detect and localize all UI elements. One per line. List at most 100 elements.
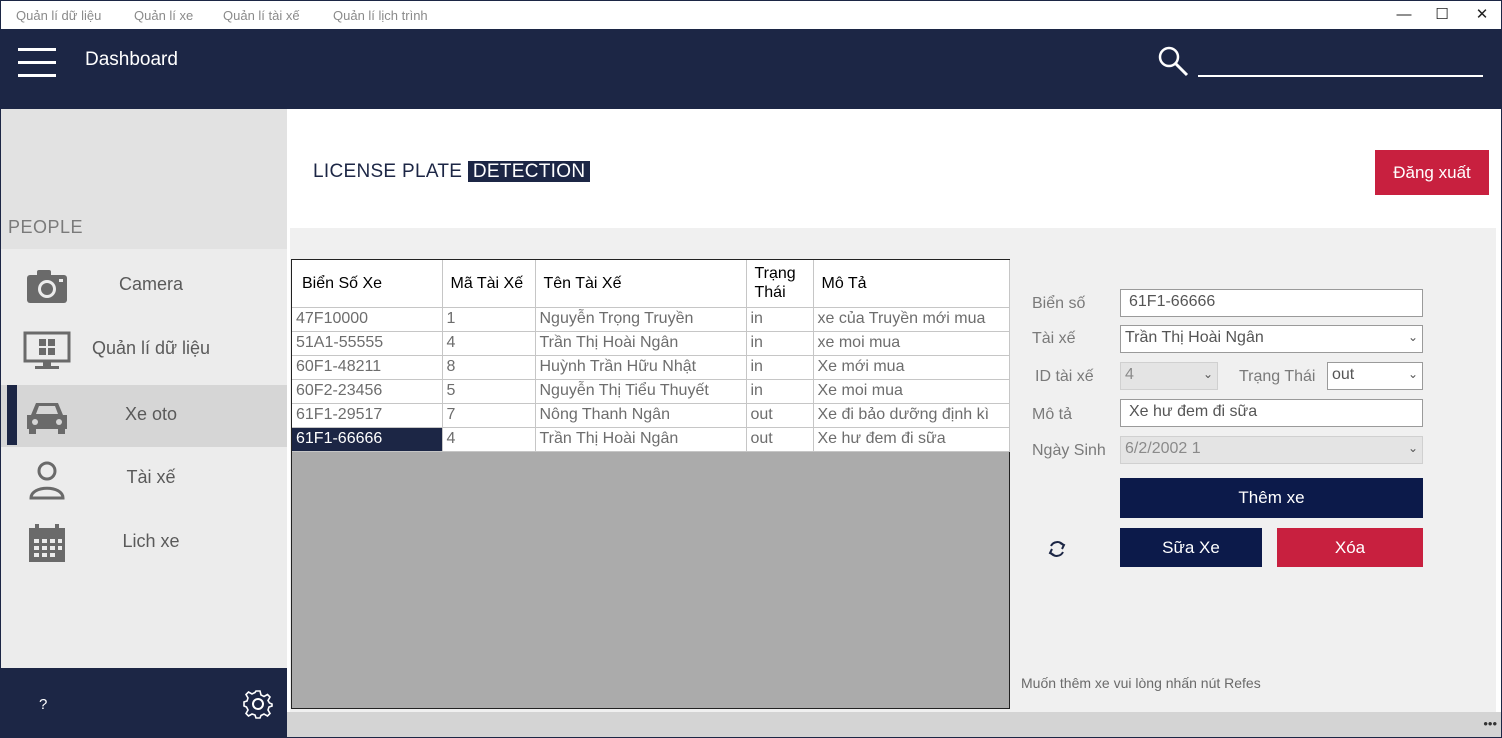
- driver-select-value: Trần Thị Hoài Ngân: [1125, 329, 1264, 346]
- column-header-trang-thai[interactable]: Trạng Thái: [746, 260, 814, 308]
- cell-bien-so[interactable]: 61F1-66666: [292, 427, 443, 452]
- cell-mo-ta[interactable]: xe moi mua: [813, 331, 1010, 356]
- description-label: Mô tả: [1032, 406, 1073, 423]
- cell-bien-so[interactable]: 60F1-48211: [292, 355, 443, 380]
- hamburger-menu-icon[interactable]: [18, 48, 56, 78]
- app-window: Quản lí dữ liệu Quản lí xe Quản lí tài x…: [0, 0, 1502, 738]
- status-select-value: out: [1332, 366, 1355, 383]
- user-icon: [29, 461, 65, 500]
- menu-quan-li-du-lieu[interactable]: Quản lí dữ liệu: [16, 8, 101, 23]
- column-header-bien-so[interactable]: Biển Số Xe: [292, 260, 443, 308]
- table-row[interactable]: 61F1-66666 4 Trần Thị Hoài Ngân out Xe hư đe…: [292, 427, 1010, 452]
- table-row[interactable]: 60F2-23456 5 Nguyễn Thị Tiểu Thuyết in Xe mo…: [292, 379, 1010, 404]
- sidebar-item-lich-xe[interactable]: Lich xe: [1, 512, 287, 574]
- cell-ma-tai-xe[interactable]: 8: [442, 355, 536, 380]
- driver-id-value: 4: [1125, 366, 1134, 383]
- edit-car-button[interactable]: Sữa Xe: [1120, 528, 1262, 567]
- cell-ten-tai-xe[interactable]: Nông Thanh Ngân: [535, 403, 747, 428]
- dob-value: 6/2/2002 1: [1125, 440, 1201, 457]
- sidebar-item-camera[interactable]: Camera: [1, 255, 287, 317]
- cell-ten-tai-xe[interactable]: Nguyễn Trọng Truyền: [535, 307, 747, 332]
- refresh-icon[interactable]: [1045, 537, 1069, 561]
- close-button[interactable]: ✕: [1462, 3, 1501, 27]
- brand-title-part1: LICENSE PLATE: [313, 161, 463, 182]
- delete-button[interactable]: Xóa: [1277, 528, 1423, 567]
- menu-quan-li-lich-trinh[interactable]: Quản lí lịch trình: [333, 8, 428, 23]
- search-icon[interactable]: [1157, 45, 1189, 77]
- dob-label: Ngày Sinh: [1032, 442, 1106, 459]
- cell-bien-so[interactable]: 51A1-55555: [292, 331, 443, 356]
- driver-label: Tài xế: [1032, 330, 1076, 347]
- cell-trang-thai[interactable]: in: [746, 355, 814, 380]
- cell-mo-ta[interactable]: Xe đi bảo dưỡng định kì: [813, 403, 1010, 428]
- brand-title: LICENSE PLATE DETECTION: [313, 161, 591, 183]
- menu-bar: Quản lí dữ liệu Quản lí xe Quản lí tài x…: [1, 1, 1501, 29]
- cell-ten-tai-xe[interactable]: Trần Thị Hoài Ngân: [535, 331, 747, 356]
- status-select[interactable]: out ⌄: [1327, 362, 1423, 390]
- cell-bien-so[interactable]: 47F10000: [292, 307, 443, 332]
- cell-ten-tai-xe[interactable]: Trần Thị Hoài Ngân: [535, 427, 747, 452]
- sidebar-header: PEOPLE: [1, 109, 287, 249]
- section-label-people: PEOPLE: [8, 217, 84, 237]
- status-label: Trạng Thái: [1239, 368, 1316, 385]
- sidebar-item-tai-xe[interactable]: Tài xế: [1, 448, 287, 510]
- status-strip: [287, 712, 1501, 737]
- monitor-icon: [23, 331, 71, 369]
- menu-quan-li-tai-xe[interactable]: Quản lí tài xế: [223, 8, 300, 23]
- description-input[interactable]: Xe hư đem đi sữa: [1120, 399, 1423, 427]
- plate-label: Biển số: [1032, 295, 1086, 312]
- cell-mo-ta[interactable]: Xe moi mua: [813, 379, 1010, 404]
- cell-ma-tai-xe[interactable]: 5: [442, 379, 536, 404]
- camera-icon: [27, 270, 67, 303]
- maximize-button[interactable]: ☐: [1422, 3, 1462, 27]
- sidebar-item-xe-oto[interactable]: Xe oto: [1, 385, 287, 447]
- sidebar-item-quan-li-du-lieu[interactable]: Quản lí dữ liệu: [1, 319, 287, 381]
- search-input[interactable]: [1198, 75, 1483, 77]
- chevron-down-icon: ⌄: [1202, 367, 1213, 381]
- cell-bien-so[interactable]: 60F2-23456: [292, 379, 443, 404]
- cell-mo-ta[interactable]: Xe hư đem đi sữa: [813, 427, 1010, 452]
- cell-ma-tai-xe[interactable]: 1: [442, 307, 536, 332]
- minimize-button[interactable]: —: [1384, 3, 1424, 27]
- column-header-ten-tai-xe[interactable]: Tên Tài Xế: [535, 260, 747, 308]
- resize-grip-icon[interactable]: •••: [1483, 716, 1497, 731]
- sidebar-item-label: Xe oto: [124, 404, 178, 424]
- car-icon: [27, 403, 67, 434]
- sidebar-item-label: Camera: [118, 274, 184, 294]
- sidebar-footer: ?: [1, 668, 287, 737]
- cell-trang-thai[interactable]: out: [746, 427, 814, 452]
- cell-trang-thai[interactable]: in: [746, 331, 814, 356]
- vehicle-data-grid[interactable]: Biển Số Xe Mã Tài Xế Tên Tài Xế Trạng Th…: [291, 259, 1010, 709]
- table-row[interactable]: 61F1-29517 7 Nông Thanh Ngân out Xe đi bảo d…: [292, 403, 1010, 428]
- table-row[interactable]: 47F10000 1 Nguyễn Trọng Truyền in xe của Tru…: [292, 307, 1010, 332]
- page-title: Dashboard: [85, 49, 178, 70]
- cell-ma-tai-xe[interactable]: 4: [442, 331, 536, 356]
- cell-trang-thai[interactable]: in: [746, 307, 814, 332]
- cell-trang-thai[interactable]: in: [746, 379, 814, 404]
- header-bar: Dashboard: [1, 29, 1501, 109]
- sidebar-item-label: Lich xe: [122, 531, 180, 551]
- chevron-down-icon: ⌄: [1407, 330, 1418, 344]
- cell-ma-tai-xe[interactable]: 4: [442, 427, 536, 452]
- logout-button[interactable]: Đăng xuất: [1375, 150, 1489, 195]
- main-content: LICENSE PLATE DETECTION Đăng xuất Biển S…: [287, 109, 1501, 737]
- driver-id-select: 4 ⌄: [1120, 362, 1218, 390]
- cell-ma-tai-xe[interactable]: 7: [442, 403, 536, 428]
- table-row[interactable]: 60F1-48211 8 Huỳnh Trần Hữu Nhật in Xe mới m…: [292, 355, 1010, 380]
- chevron-down-icon: ⌄: [1407, 367, 1418, 381]
- column-header-mo-ta[interactable]: Mô Tả: [813, 260, 1010, 308]
- add-car-button[interactable]: Thêm xe: [1120, 478, 1423, 518]
- plate-input[interactable]: 61F1-66666: [1120, 289, 1423, 317]
- cell-trang-thai[interactable]: out: [746, 403, 814, 428]
- cell-ten-tai-xe[interactable]: Nguyễn Thị Tiểu Thuyết: [535, 379, 747, 404]
- menu-quan-li-xe[interactable]: Quản lí xe: [134, 8, 193, 23]
- column-header-ma-tai-xe[interactable]: Mã Tài Xế: [442, 260, 536, 308]
- cell-mo-ta[interactable]: xe của Truyền mới mua: [813, 307, 1010, 332]
- cell-ten-tai-xe[interactable]: Huỳnh Trần Hữu Nhật: [535, 355, 747, 380]
- driver-select[interactable]: Trần Thị Hoài Ngân ⌄: [1120, 325, 1423, 353]
- settings-gear-icon[interactable]: [243, 689, 273, 719]
- table-row[interactable]: 51A1-55555 4 Trần Thị Hoài Ngân in xe moi mu…: [292, 331, 1010, 356]
- cell-bien-so[interactable]: 61F1-29517: [292, 403, 443, 428]
- help-button[interactable]: ?: [39, 696, 47, 713]
- cell-mo-ta[interactable]: Xe mới mua: [813, 355, 1010, 380]
